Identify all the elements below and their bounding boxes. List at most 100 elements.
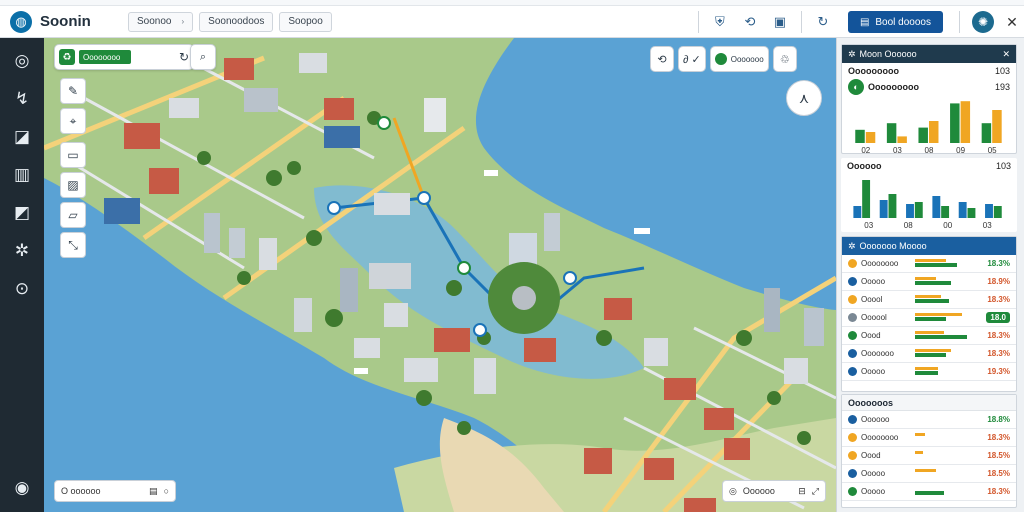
- resize-icon[interactable]: ⤡: [60, 232, 86, 258]
- stations-list: Oooooo 18.8% Oooooooo 18.3% Oood 18.5% Ooooo 18…: [842, 411, 1016, 501]
- list-item[interactable]: Ooooo 18.9%: [842, 273, 1016, 291]
- list-item[interactable]: Oood 18.3%: [842, 327, 1016, 345]
- list-item-label: Ooooo: [861, 367, 886, 376]
- status-icon: [714, 53, 727, 65]
- list-item-value: 18.3%: [987, 487, 1010, 496]
- settings-icon[interactable]: ✲: [0, 232, 44, 270]
- target-icon: ◎: [729, 485, 737, 496]
- status-dot-icon: [848, 451, 857, 460]
- summary-subhead: Ooooooooo 103: [842, 63, 1016, 79]
- top-tab-3[interactable]: Soopoo: [279, 11, 332, 32]
- search-icon[interactable]: ⌕: [190, 44, 216, 70]
- list-item[interactable]: Ooool 18.3%: [842, 291, 1016, 309]
- globe-icon[interactable]: ✺: [972, 11, 994, 33]
- scale-bar[interactable]: O oooooo ▤ ○: [54, 480, 176, 502]
- pan-icon[interactable]: ⟲: [650, 46, 674, 72]
- chart-bar: [992, 110, 1002, 143]
- chart-tick-label: 05: [988, 146, 997, 155]
- building-icon[interactable]: ▥: [0, 156, 44, 194]
- recycle-toggle-icon[interactable]: ♲: [772, 46, 797, 72]
- minus-icon: ⊟: [798, 485, 806, 496]
- fullscreen-icon: ⤢: [811, 485, 819, 496]
- refresh-icon[interactable]: ↻: [810, 9, 836, 35]
- metrics-card-header: ✲ Ooooooo Moooo: [842, 237, 1016, 255]
- primary-action-button[interactable]: ▤ Bool doooos: [847, 11, 943, 33]
- list-item[interactable]: Ooooo 19.3%: [842, 363, 1016, 381]
- list-item[interactable]: Oooooo 18.8%: [842, 411, 1016, 429]
- status-dot-icon: [848, 469, 857, 478]
- location-icon[interactable]: ⊙: [0, 270, 44, 308]
- progress-fill-green: [915, 317, 947, 321]
- list-item[interactable]: Oood 18.5%: [842, 447, 1016, 465]
- list-item[interactable]: Oooool 18.0: [842, 309, 1016, 327]
- metrics-card: ✲ Ooooooo Moooo Oooooooo 18.3% Ooooo 18.9% O…: [841, 236, 1017, 392]
- zoom-bar[interactable]: ◎ Oooooo ⊟ ⤢: [722, 480, 826, 502]
- magic-wand-icon[interactable]: ✎: [60, 78, 86, 104]
- map-search-box[interactable]: ♻ Oooooooo ↻: [54, 44, 194, 70]
- chart-bar: [932, 196, 941, 218]
- help-icon[interactable]: ◉: [0, 478, 44, 498]
- chart-icon[interactable]: ◪: [0, 118, 44, 156]
- list-item[interactable]: Ooooo 18.3%: [842, 483, 1016, 501]
- monitor-icon[interactable]: ▣: [767, 9, 793, 35]
- chart-tick-label: 03: [864, 221, 873, 230]
- list-item[interactable]: Ooooooo 18.3%: [842, 345, 1016, 363]
- north-arrow-icon[interactable]: ⋏: [786, 80, 822, 116]
- chart-bar: [886, 123, 897, 143]
- divider: [959, 11, 960, 33]
- progress-fill-green: [915, 491, 944, 495]
- layers-icon[interactable]: ◩: [0, 194, 44, 232]
- list-item-label: Ooool: [861, 295, 883, 304]
- chart-bar: [967, 208, 976, 218]
- list-item[interactable]: Ooooo 18.5%: [842, 465, 1016, 483]
- status-dot-icon: [848, 259, 857, 268]
- progress-fill-green: [915, 299, 949, 303]
- progress-fill-orange: [915, 259, 947, 262]
- edit-tools: ▭ ▨ ▱ ⤡: [60, 142, 88, 262]
- refresh-icon[interactable]: ↻: [179, 50, 189, 64]
- app-logo-icon: ◍: [10, 10, 32, 33]
- map-canvas[interactable]: ♻ Oooooooo ↻ ⌕ ✎ ⌖ ▭ ▨ ▱ ⤡ ⟲ ∂ ✓ Ooooooo…: [44, 38, 836, 512]
- photo-icon[interactable]: ▨: [60, 172, 86, 198]
- status-dot-icon: [848, 367, 857, 376]
- trend-card-title: Oooooo: [847, 161, 882, 171]
- progress-bar: [915, 295, 967, 304]
- top-tab-1[interactable]: Soonoo ›: [128, 11, 194, 32]
- progress-bar: [915, 451, 967, 460]
- close-icon[interactable]: ✕: [1000, 14, 1024, 31]
- summary-metric: ◐ Ooooooooo 193: [842, 79, 1016, 95]
- divider: [800, 11, 802, 33]
- note-icon[interactable]: ▱: [60, 202, 86, 228]
- shield-icon[interactable]: ⛨: [707, 9, 733, 35]
- share-icon[interactable]: ⟲: [737, 9, 763, 35]
- list-item-value: 18.3%: [987, 349, 1010, 358]
- status-dot-icon: [848, 313, 857, 322]
- progress-fill-green: [915, 353, 947, 357]
- progress-bar: [915, 349, 967, 358]
- list-item[interactable]: Oooooooo 18.3%: [842, 429, 1016, 447]
- list-item-label: Ooooo: [861, 277, 886, 286]
- app-title: Soonin: [40, 13, 91, 30]
- chart-bar: [981, 123, 992, 143]
- metric-label: Ooooooooo: [868, 82, 919, 92]
- zoom-chip-label: Ooooooo: [730, 54, 764, 64]
- chart-bar: [958, 202, 967, 218]
- brand: ◍ Soonin: [0, 10, 128, 33]
- select-icon[interactable]: ⌖: [60, 108, 86, 134]
- divider: [697, 11, 699, 33]
- route-icon[interactable]: ↯: [0, 80, 44, 118]
- calendar-icon: ▤: [149, 485, 158, 496]
- edit-icon[interactable]: ▭: [60, 142, 86, 168]
- progress-fill-green: [915, 263, 957, 267]
- compass-icon[interactable]: ◎: [0, 42, 44, 80]
- chart-bar: [865, 132, 876, 143]
- list-item[interactable]: Oooooooo 18.3%: [842, 255, 1016, 273]
- trend-card: Oooooo 103 03 08 00 03: [841, 158, 1017, 232]
- chart-bar: [950, 103, 960, 143]
- link-icon[interactable]: ∂ ✓: [678, 46, 706, 72]
- list-item-label: Oood: [861, 451, 881, 460]
- close-icon[interactable]: ✕: [1002, 49, 1010, 60]
- metric-icon: ◐: [848, 79, 864, 95]
- zoom-chip[interactable]: Ooooooo: [709, 46, 769, 72]
- top-tab-2[interactable]: Soonoodoos: [199, 11, 274, 32]
